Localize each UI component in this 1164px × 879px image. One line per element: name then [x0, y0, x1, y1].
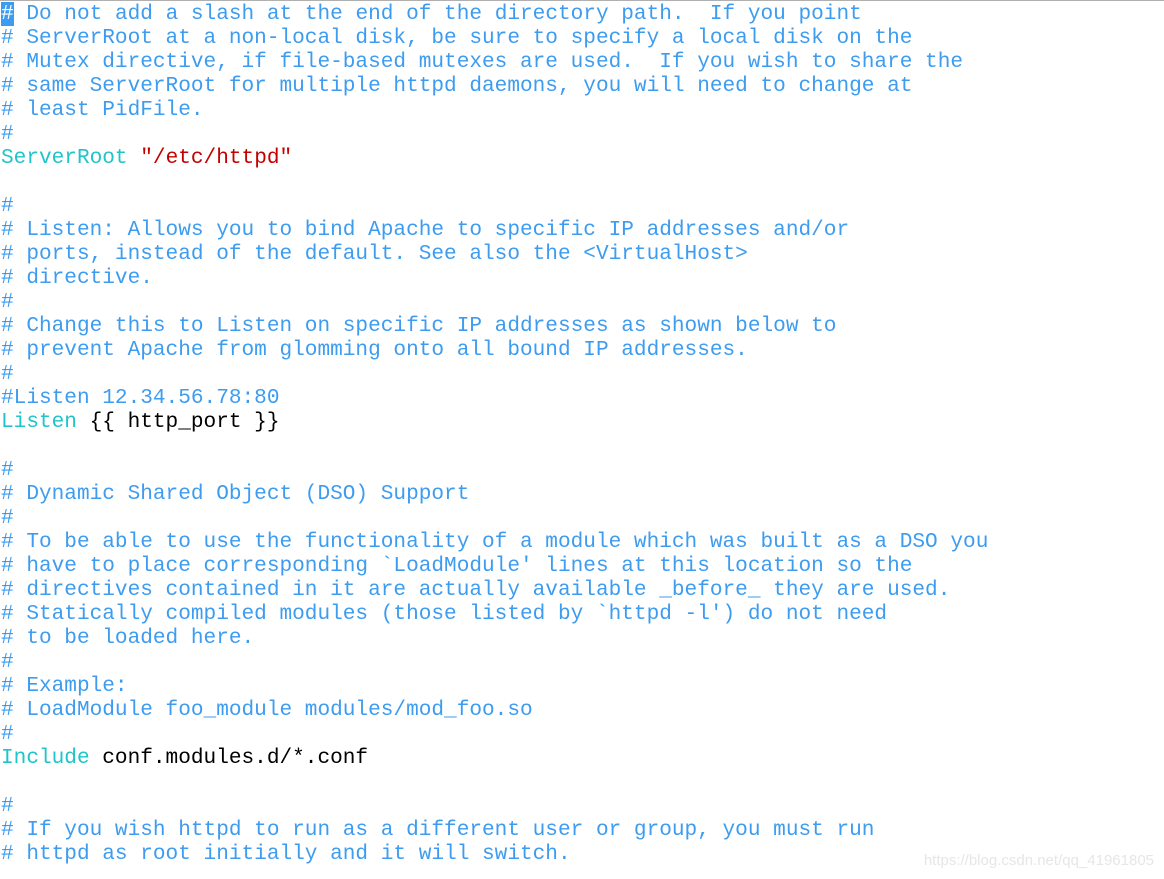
comment-text: # prevent Apache from glomming onto all … — [1, 338, 748, 362]
comment-text: # Dynamic Shared Object (DSO) Support — [1, 482, 470, 506]
editor-line[interactable]: # to be loaded here. — [1, 626, 988, 650]
comment-text: # — [1, 194, 14, 218]
editor-line[interactable] — [1, 770, 988, 794]
keyword-text: ServerRoot — [1, 146, 128, 170]
comment-text: # — [1, 722, 14, 746]
editor-line[interactable]: Include conf.modules.d/*.conf — [1, 746, 988, 770]
editor-line[interactable]: # ServerRoot at a non-local disk, be sur… — [1, 26, 988, 50]
editor-line[interactable]: # Example: — [1, 674, 988, 698]
comment-text: # — [1, 122, 14, 146]
editor-line[interactable]: # — [1, 194, 988, 218]
comment-text: # — [1, 458, 14, 482]
comment-text: # — [1, 794, 14, 818]
watermark: https://blog.csdn.net/qq_41961805 — [923, 852, 1154, 869]
comment-text: # ServerRoot at a non-local disk, be sur… — [1, 26, 913, 50]
editor-line[interactable]: # prevent Apache from glomming onto all … — [1, 338, 988, 362]
editor-line[interactable]: # — [1, 794, 988, 818]
editor-line[interactable]: # same ServerRoot for multiple httpd dae… — [1, 74, 988, 98]
editor-line[interactable]: # If you wish httpd to run as a differen… — [1, 818, 988, 842]
comment-text: # — [1, 650, 14, 674]
text-cursor: # — [1, 2, 14, 26]
window-top-border — [0, 0, 1164, 1]
comment-text: # Statically compiled modules (those lis… — [1, 602, 888, 626]
keyword-text: Listen — [1, 410, 77, 434]
comment-text: # have to place corresponding `LoadModul… — [1, 554, 913, 578]
text-editor[interactable]: # Do not add a slash at the end of the d… — [1, 2, 988, 866]
editor-line[interactable]: # LoadModule foo_module modules/mod_foo.… — [1, 698, 988, 722]
editor-line[interactable]: #Listen 12.34.56.78:80 — [1, 386, 988, 410]
string-text: "/etc/httpd" — [140, 146, 293, 170]
editor-line[interactable]: # httpd as root initially and it will sw… — [1, 842, 988, 866]
comment-text: # Change this to Listen on specific IP a… — [1, 314, 837, 338]
comment-text: # directives contained in it are actuall… — [1, 578, 951, 602]
editor-line[interactable]: # Dynamic Shared Object (DSO) Support — [1, 482, 988, 506]
editor-line[interactable]: # — [1, 290, 988, 314]
comment-text: # ports, instead of the default. See als… — [1, 242, 748, 266]
editor-line[interactable]: # Mutex directive, if file-based mutexes… — [1, 50, 988, 74]
comment-text: # If you wish httpd to run as a differen… — [1, 818, 875, 842]
editor-line[interactable]: # Listen: Allows you to bind Apache to s… — [1, 218, 988, 242]
editor-line[interactable]: # Statically compiled modules (those lis… — [1, 602, 988, 626]
editor-line[interactable]: # To be able to use the functionality of… — [1, 530, 988, 554]
editor-line[interactable]: # — [1, 122, 988, 146]
comment-text: Do not add a slash at the end of the dir… — [13, 2, 862, 26]
comment-text: # to be loaded here. — [1, 626, 255, 650]
comment-text: # — [1, 290, 14, 314]
editor-line[interactable]: # least PidFile. — [1, 98, 988, 122]
comment-text: # — [1, 506, 14, 530]
editor-line[interactable]: # directive. — [1, 266, 988, 290]
normal-text: {{ http_port }} — [76, 410, 280, 434]
comment-text: # same ServerRoot for multiple httpd dae… — [1, 74, 913, 98]
comment-text: #Listen 12.34.56.78:80 — [1, 386, 280, 410]
comment-text: # LoadModule foo_module modules/mod_foo.… — [1, 698, 533, 722]
comment-text: # httpd as root initially and it will sw… — [1, 842, 571, 866]
editor-line[interactable]: # have to place corresponding `LoadModul… — [1, 554, 988, 578]
comment-text: # Listen: Allows you to bind Apache to s… — [1, 218, 850, 242]
editor-line[interactable]: # Do not add a slash at the end of the d… — [1, 2, 988, 26]
editor-line[interactable] — [1, 434, 988, 458]
editor-line[interactable] — [1, 170, 988, 194]
editor-line[interactable]: # — [1, 650, 988, 674]
editor-line[interactable]: # directives contained in it are actuall… — [1, 578, 988, 602]
comment-text: # least PidFile. — [1, 98, 204, 122]
editor-line[interactable]: ServerRoot "/etc/httpd" — [1, 146, 988, 170]
normal-text — [128, 146, 141, 170]
keyword-text: Include — [1, 746, 90, 770]
comment-text: # Example: — [1, 674, 128, 698]
normal-text: conf.modules.d/*.conf — [89, 746, 369, 770]
editor-line[interactable]: # — [1, 362, 988, 386]
comment-text: # Mutex directive, if file-based mutexes… — [1, 50, 964, 74]
editor-line[interactable]: # Change this to Listen on specific IP a… — [1, 314, 988, 338]
comment-text: # — [1, 362, 14, 386]
editor-line[interactable]: Listen {{ http_port }} — [1, 410, 988, 434]
editor-line[interactable]: # — [1, 506, 988, 530]
editor-line[interactable]: # — [1, 722, 988, 746]
comment-text: # To be able to use the functionality of… — [1, 530, 989, 554]
editor-line[interactable]: # ports, instead of the default. See als… — [1, 242, 988, 266]
comment-text: # directive. — [1, 266, 153, 290]
editor-line[interactable]: # — [1, 458, 988, 482]
